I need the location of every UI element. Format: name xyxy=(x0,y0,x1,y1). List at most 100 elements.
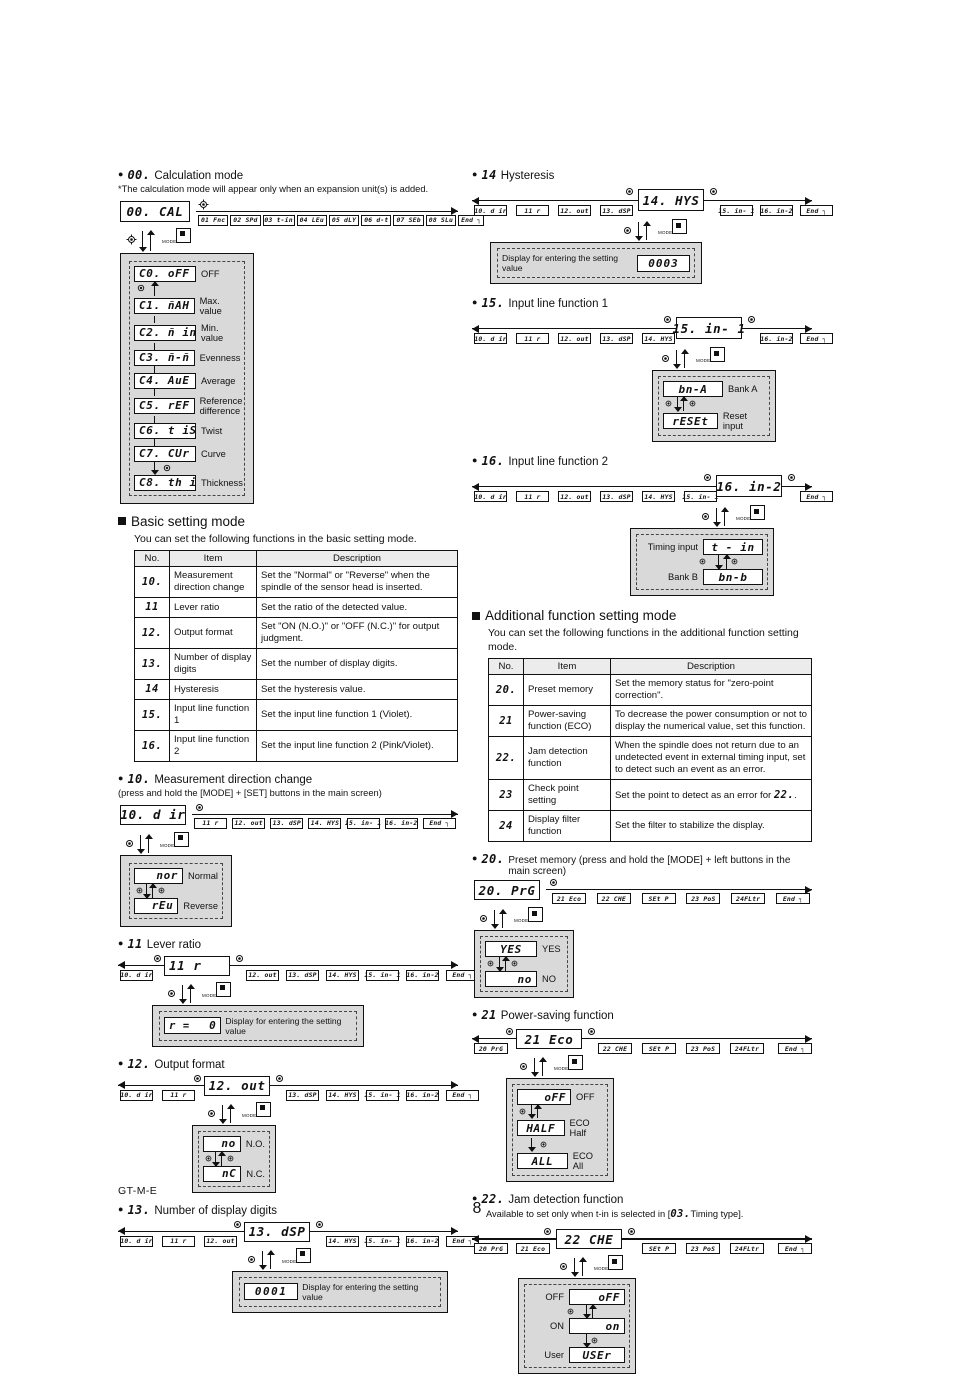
chain-item[interactable]: 15. in- 1 xyxy=(364,1235,401,1247)
lcd-option[interactable]: rESEt xyxy=(663,413,718,429)
lcd-option[interactable]: C2. ñ in xyxy=(134,324,196,341)
chain-item[interactable]: 13. dSP xyxy=(270,817,304,829)
chain-item[interactable]: 10. d ir xyxy=(120,1235,153,1247)
chain-item[interactable]: 24FLtr xyxy=(730,1043,764,1055)
chain-item[interactable]: 10. d ir xyxy=(474,205,507,216)
chain-item[interactable]: 10. d ir xyxy=(474,491,507,502)
lcd-option[interactable]: C0. oFF xyxy=(134,265,196,282)
chain-item[interactable]: End ┐ xyxy=(800,205,833,216)
chain-item[interactable]: 23 PoS xyxy=(686,1043,720,1055)
lcd-option[interactable]: nC xyxy=(203,1165,242,1182)
chain-item[interactable]: SEt P xyxy=(642,1243,676,1255)
chain-item[interactable]: 15. in- 1 xyxy=(364,969,401,981)
chain-item[interactable]: 20 PrG xyxy=(474,1043,508,1055)
chain-item[interactable]: 21 Eco xyxy=(552,893,586,905)
chain-item[interactable]: End ┐ xyxy=(778,1043,812,1055)
chain-item[interactable]: 07 SEb xyxy=(393,214,424,226)
chain-item[interactable]: 03 t-in xyxy=(262,214,295,226)
lcd-option[interactable]: bn-A xyxy=(663,381,723,397)
chain-item[interactable]: 13. dSP xyxy=(286,1089,319,1101)
chain-item[interactable]: End ┐ xyxy=(778,1243,812,1255)
chain-item[interactable]: 24FLtr xyxy=(730,1243,764,1255)
lcd-option[interactable]: C1. ñAH xyxy=(134,297,195,314)
lcd-option[interactable]: no xyxy=(203,1135,241,1152)
chain-item[interactable]: 15. in- 1 xyxy=(345,817,381,829)
chain-item[interactable]: 12. out xyxy=(558,205,591,216)
chain-item[interactable]: 14. HYS xyxy=(326,1089,359,1101)
chain-item[interactable]: 11 r xyxy=(162,1235,195,1247)
chain-item[interactable]: 13. dSP xyxy=(286,969,319,981)
lcd-option[interactable]: C4. AuE xyxy=(134,372,196,389)
chain-item[interactable]: 21 Eco xyxy=(516,1243,550,1255)
chain-item[interactable]: 12. out xyxy=(232,817,266,829)
chain-item[interactable]: 14. HYS xyxy=(326,1235,359,1247)
chain-item[interactable]: 23 PoS xyxy=(686,1243,720,1255)
chain-item[interactable]: 15. in- 1 xyxy=(682,491,719,502)
mode-button[interactable]: MODE xyxy=(594,1255,624,1275)
chain-item[interactable]: 10. d ir xyxy=(120,969,153,981)
chain-item[interactable]: End ┐ xyxy=(422,817,456,829)
chain-item[interactable]: 12. out xyxy=(558,491,591,502)
chain-item[interactable]: End ┐ xyxy=(775,893,810,905)
chain-item[interactable]: 11 r xyxy=(162,1089,195,1101)
mode-button[interactable]: MODE xyxy=(202,981,232,1002)
lcd-option[interactable]: C3. ñ-ñ xyxy=(134,349,195,366)
chain-item[interactable]: 13. dSP xyxy=(600,333,633,344)
lcd-option[interactable]: USEr xyxy=(569,1347,625,1364)
mode-button[interactable]: MODE xyxy=(658,219,688,239)
lcd-option[interactable]: t - in xyxy=(703,539,763,555)
lcd-option[interactable]: YES xyxy=(485,941,537,958)
chain-item[interactable]: 22 CHE xyxy=(596,893,631,905)
mode-button[interactable]: MODE xyxy=(554,1055,584,1075)
chain-item[interactable]: End ┐ xyxy=(800,333,833,344)
mode-button[interactable]: MODE xyxy=(282,1247,312,1268)
lcd-value-entry[interactable]: r = 0 xyxy=(164,1017,222,1035)
lcd-option[interactable]: oFF xyxy=(569,1289,625,1306)
chain-item[interactable]: 01 Fnc xyxy=(198,214,229,226)
chain-item[interactable]: 10. d ir xyxy=(474,333,507,344)
lcd-option[interactable]: ALL xyxy=(517,1153,568,1170)
chain-item[interactable]: 24FLtr xyxy=(731,893,766,905)
chain-item[interactable]: 12. out xyxy=(246,969,279,981)
chain-item[interactable]: 06 d-t xyxy=(361,214,392,226)
chain-item[interactable]: 16. in-2 xyxy=(406,969,439,981)
lcd-value-entry[interactable]: 0003 xyxy=(636,254,690,272)
lcd-option[interactable]: C7. CUr xyxy=(134,445,196,462)
chain-item[interactable]: 02 SPd xyxy=(230,214,261,226)
mode-button[interactable]: MODE xyxy=(514,907,544,927)
chain-item[interactable]: 14. HYS xyxy=(642,333,675,344)
chain-item[interactable]: 16. in-2 xyxy=(384,817,418,829)
lcd-option[interactable]: nor xyxy=(134,867,184,884)
chain-item[interactable]: 08 SLu xyxy=(425,214,457,226)
lcd-option[interactable]: on xyxy=(569,1318,625,1335)
lcd-option[interactable]: C6. t iS xyxy=(134,422,196,439)
chain-item[interactable]: 16. in-2 xyxy=(406,1089,439,1101)
chain-item[interactable]: 23 PoS xyxy=(686,893,721,905)
chain-item[interactable]: SEt P xyxy=(642,1043,676,1055)
lcd-option[interactable]: HALF xyxy=(517,1120,565,1137)
lcd-value-entry[interactable]: 0001 xyxy=(244,1283,299,1301)
chain-item[interactable]: 16. in-2 xyxy=(760,333,793,344)
mode-button[interactable]: MODE xyxy=(696,347,726,367)
chain-item[interactable]: 14. HYS xyxy=(326,969,359,981)
lcd-option[interactable]: oFF xyxy=(517,1089,571,1106)
chain-item[interactable]: 15. in- 1 xyxy=(718,205,755,216)
chain-item[interactable]: 13. dSP xyxy=(600,205,633,216)
lcd-option[interactable]: C8. th i xyxy=(134,474,196,491)
lcd-option[interactable]: rEu xyxy=(134,897,179,914)
chain-item[interactable]: 22 CHE xyxy=(598,1043,632,1055)
chain-item[interactable]: 16. in-2 xyxy=(760,205,793,216)
chain-item[interactable]: End ┐ xyxy=(800,491,833,502)
chain-item[interactable]: 14. HYS xyxy=(642,491,675,502)
chain-item[interactable]: 11 r xyxy=(516,333,549,344)
chain-item[interactable]: 04 LEu xyxy=(296,214,327,226)
chain-item[interactable]: 11 r xyxy=(516,491,549,502)
lcd-option[interactable]: bn-b xyxy=(703,569,763,585)
chain-item[interactable]: 12. out xyxy=(204,1235,237,1247)
chain-item[interactable]: 10. d ir xyxy=(120,1089,153,1101)
chain-item[interactable]: 11 r xyxy=(516,205,549,216)
mode-button[interactable]: MODE xyxy=(242,1101,272,1122)
mode-button[interactable]: MODE xyxy=(160,831,190,852)
mode-button[interactable]: MODE xyxy=(162,227,192,248)
chain-item[interactable]: 20 PrG xyxy=(474,1243,508,1255)
